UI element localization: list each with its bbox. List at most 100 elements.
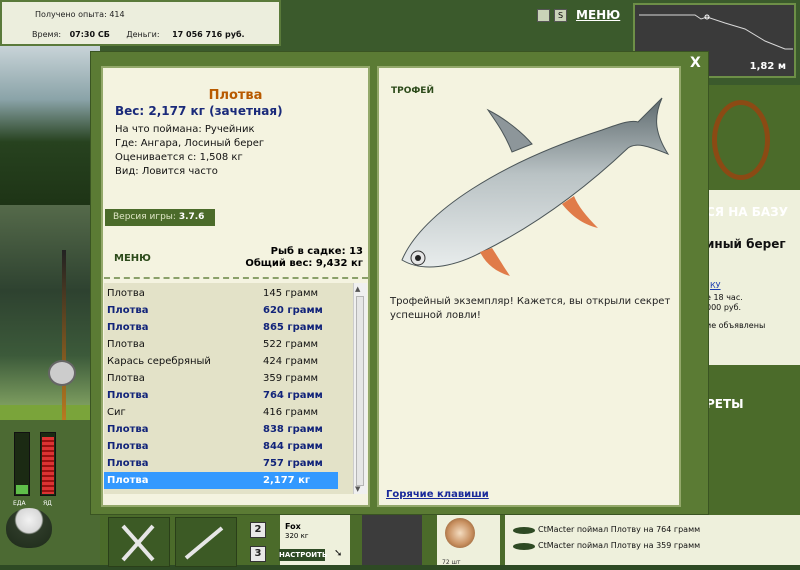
player-info-panel: Получено опыта: 414 Время: 07:30 СБ День… — [0, 0, 281, 46]
adjust-button[interactable]: НАСТРОИТЬ — [279, 549, 327, 561]
catch-fish-name: Плотва — [107, 441, 149, 452]
bait-icon — [445, 518, 475, 548]
news-item: CtMacter поймал Плотву на 359 грамм — [538, 541, 701, 550]
food-pot-icon[interactable] — [6, 508, 52, 548]
main-menu-button[interactable]: МЕНЮ — [576, 8, 620, 22]
catch-list-row[interactable]: Сиг 416 грамм — [104, 404, 338, 421]
empty-slot[interactable] — [362, 515, 422, 565]
catch-fish-name: Плотва — [107, 458, 149, 469]
dialog-menu-button[interactable]: МЕНЮ — [114, 253, 151, 264]
catch-fish-weight: 764 грамм — [263, 390, 323, 401]
catch-fish-weight: 424 грамм — [263, 356, 319, 367]
location-time: е 18 час. — [706, 293, 743, 302]
sound-icon[interactable]: S — [554, 9, 567, 22]
catch-fish-name: Плотва — [107, 475, 149, 486]
version-label: Версия игры: — [113, 212, 176, 222]
fish-trophy-image — [401, 97, 670, 276]
fish-title: Плотва — [208, 88, 263, 103]
money-value: 17 056 716 руб. — [172, 30, 245, 39]
fish-slot[interactable] — [175, 517, 237, 567]
fish-frequency: Вид: Ловится часто — [115, 166, 218, 177]
news-feed: CtMacter поймал Плотву на 764 грамм CtMa… — [505, 515, 800, 565]
version-badge: Версия игры: 3.7.6 — [105, 209, 215, 226]
keepnet-count: Рыб в садке: 13 — [270, 246, 363, 257]
catch-fish-weight: 416 грамм — [263, 407, 319, 418]
cursor-arrow-icon: ➘ — [334, 548, 343, 559]
catch-fish-name: Плотва — [107, 322, 149, 333]
experience-label: Получено опыта: — [35, 10, 107, 19]
close-icon[interactable]: X — [690, 55, 701, 71]
version-value: 3.7.6 — [178, 212, 205, 222]
divider — [104, 277, 368, 279]
catch-fish-name: Плотва — [107, 373, 145, 384]
go-to-base-link[interactable]: СЯ НА БАЗУ — [706, 205, 788, 219]
tools-slot[interactable] — [108, 517, 170, 567]
line-name: Fox — [285, 522, 301, 531]
catch-list-row[interactable]: Плотва 145 грамм — [104, 285, 338, 302]
helm-icon[interactable] — [712, 100, 770, 180]
time-value: 07:30 СБ — [69, 30, 110, 39]
catch-fish-name: Карась серебряный — [107, 356, 211, 367]
catch-fish-name: Плотва — [107, 424, 149, 435]
scroll-up-icon[interactable]: ▲ — [355, 285, 360, 293]
forest-scene — [0, 40, 100, 210]
catch-list-row[interactable]: Плотва 359 грамм — [104, 370, 338, 387]
catch-fish-weight: 865 грамм — [263, 322, 323, 333]
catch-fish-weight: 2,177 кг — [263, 475, 311, 486]
scroll-down-icon[interactable]: ▼ — [355, 485, 360, 493]
secrets-link[interactable]: РЕТЫ — [706, 397, 744, 411]
catch-fish-weight: 359 грамм — [263, 373, 319, 384]
catch-list-row[interactable]: Плотва 865 грамм — [104, 319, 338, 336]
slot-number-3[interactable]: 3 — [250, 546, 266, 562]
catch-fish-name: Плотва — [107, 390, 149, 401]
line-weight: 320 кг — [285, 532, 309, 540]
catch-list-row[interactable]: Плотва 844 грамм — [104, 438, 338, 455]
location-link[interactable]: КУ — [710, 281, 721, 290]
catch-list-row[interactable]: Карась серебряный 424 грамм — [104, 353, 338, 370]
catch-list-row[interactable]: Плотва 764 грамм — [104, 387, 338, 404]
news-item: CtMacter поймал Плотву на 764 грамм — [538, 525, 701, 534]
keepnet-weight: Общий вес: 9,432 кг — [245, 258, 363, 269]
fish-icon — [513, 543, 535, 550]
depth-value: 1,82 м — [749, 61, 786, 72]
fishing-rod[interactable] — [62, 250, 66, 420]
catch-list-row[interactable]: Плотва 620 грамм — [104, 302, 338, 319]
fish-icon — [184, 526, 224, 560]
catch-fish-weight: 838 грамм — [263, 424, 323, 435]
slot-number-2[interactable]: 2 — [250, 522, 266, 538]
catch-fish-weight: 620 грамм — [263, 305, 323, 316]
fish-location: Где: Ангара, Лосиный берег — [115, 138, 265, 149]
location-name: иный берег — [706, 237, 786, 251]
fish-weight: Вес: 2,177 кг (зачетная) — [115, 104, 283, 118]
reel-icon[interactable] — [48, 360, 76, 386]
trophy-message: Трофейный экземпляр! Кажется, вы открыли… — [390, 296, 671, 321]
time-label: Время: — [32, 30, 62, 39]
food-gauge-label: ЕДА — [13, 500, 26, 507]
fish-bait: На что поймана: Ручейник — [115, 124, 255, 135]
catch-list-row[interactable]: Плотва 757 грамм — [104, 455, 338, 472]
food-gauge-fill — [16, 485, 28, 494]
catch-fish-weight: 145 грамм — [263, 288, 319, 299]
hotkeys-link[interactable]: Горячие клавиши — [386, 489, 489, 500]
catch-list-row-selected[interactable]: Плотва 2,177 кг — [104, 472, 338, 489]
catch-list-row[interactable]: Плотва 838 грамм — [104, 421, 338, 438]
catch-fish-weight: 757 грамм — [263, 458, 323, 469]
money-label: Деньги: — [126, 30, 160, 39]
catch-fish-name: Плотва — [107, 305, 149, 316]
hunger-gauge — [40, 432, 56, 496]
hunger-gauge-fill — [42, 437, 54, 494]
fork-knife-icon — [121, 524, 155, 562]
hunger-gauge-label: ЯД — [43, 500, 52, 507]
catch-list-row[interactable]: Плотва 522 грамм — [104, 336, 338, 353]
scrollbar-thumb[interactable] — [356, 296, 364, 486]
experience-value: 414 — [109, 10, 125, 19]
location-price: 000 руб. — [706, 303, 742, 312]
catch-fish-weight: 844 грамм — [263, 441, 323, 452]
fish-icon — [513, 527, 535, 534]
food-gauge — [14, 432, 30, 496]
catch-fish-name: Плотва — [107, 288, 145, 299]
pause-icon[interactable] — [537, 9, 550, 22]
river-water — [0, 205, 100, 420]
catch-fish-weight: 522 грамм — [263, 339, 319, 350]
location-ads: ие объявлены — [706, 321, 766, 330]
